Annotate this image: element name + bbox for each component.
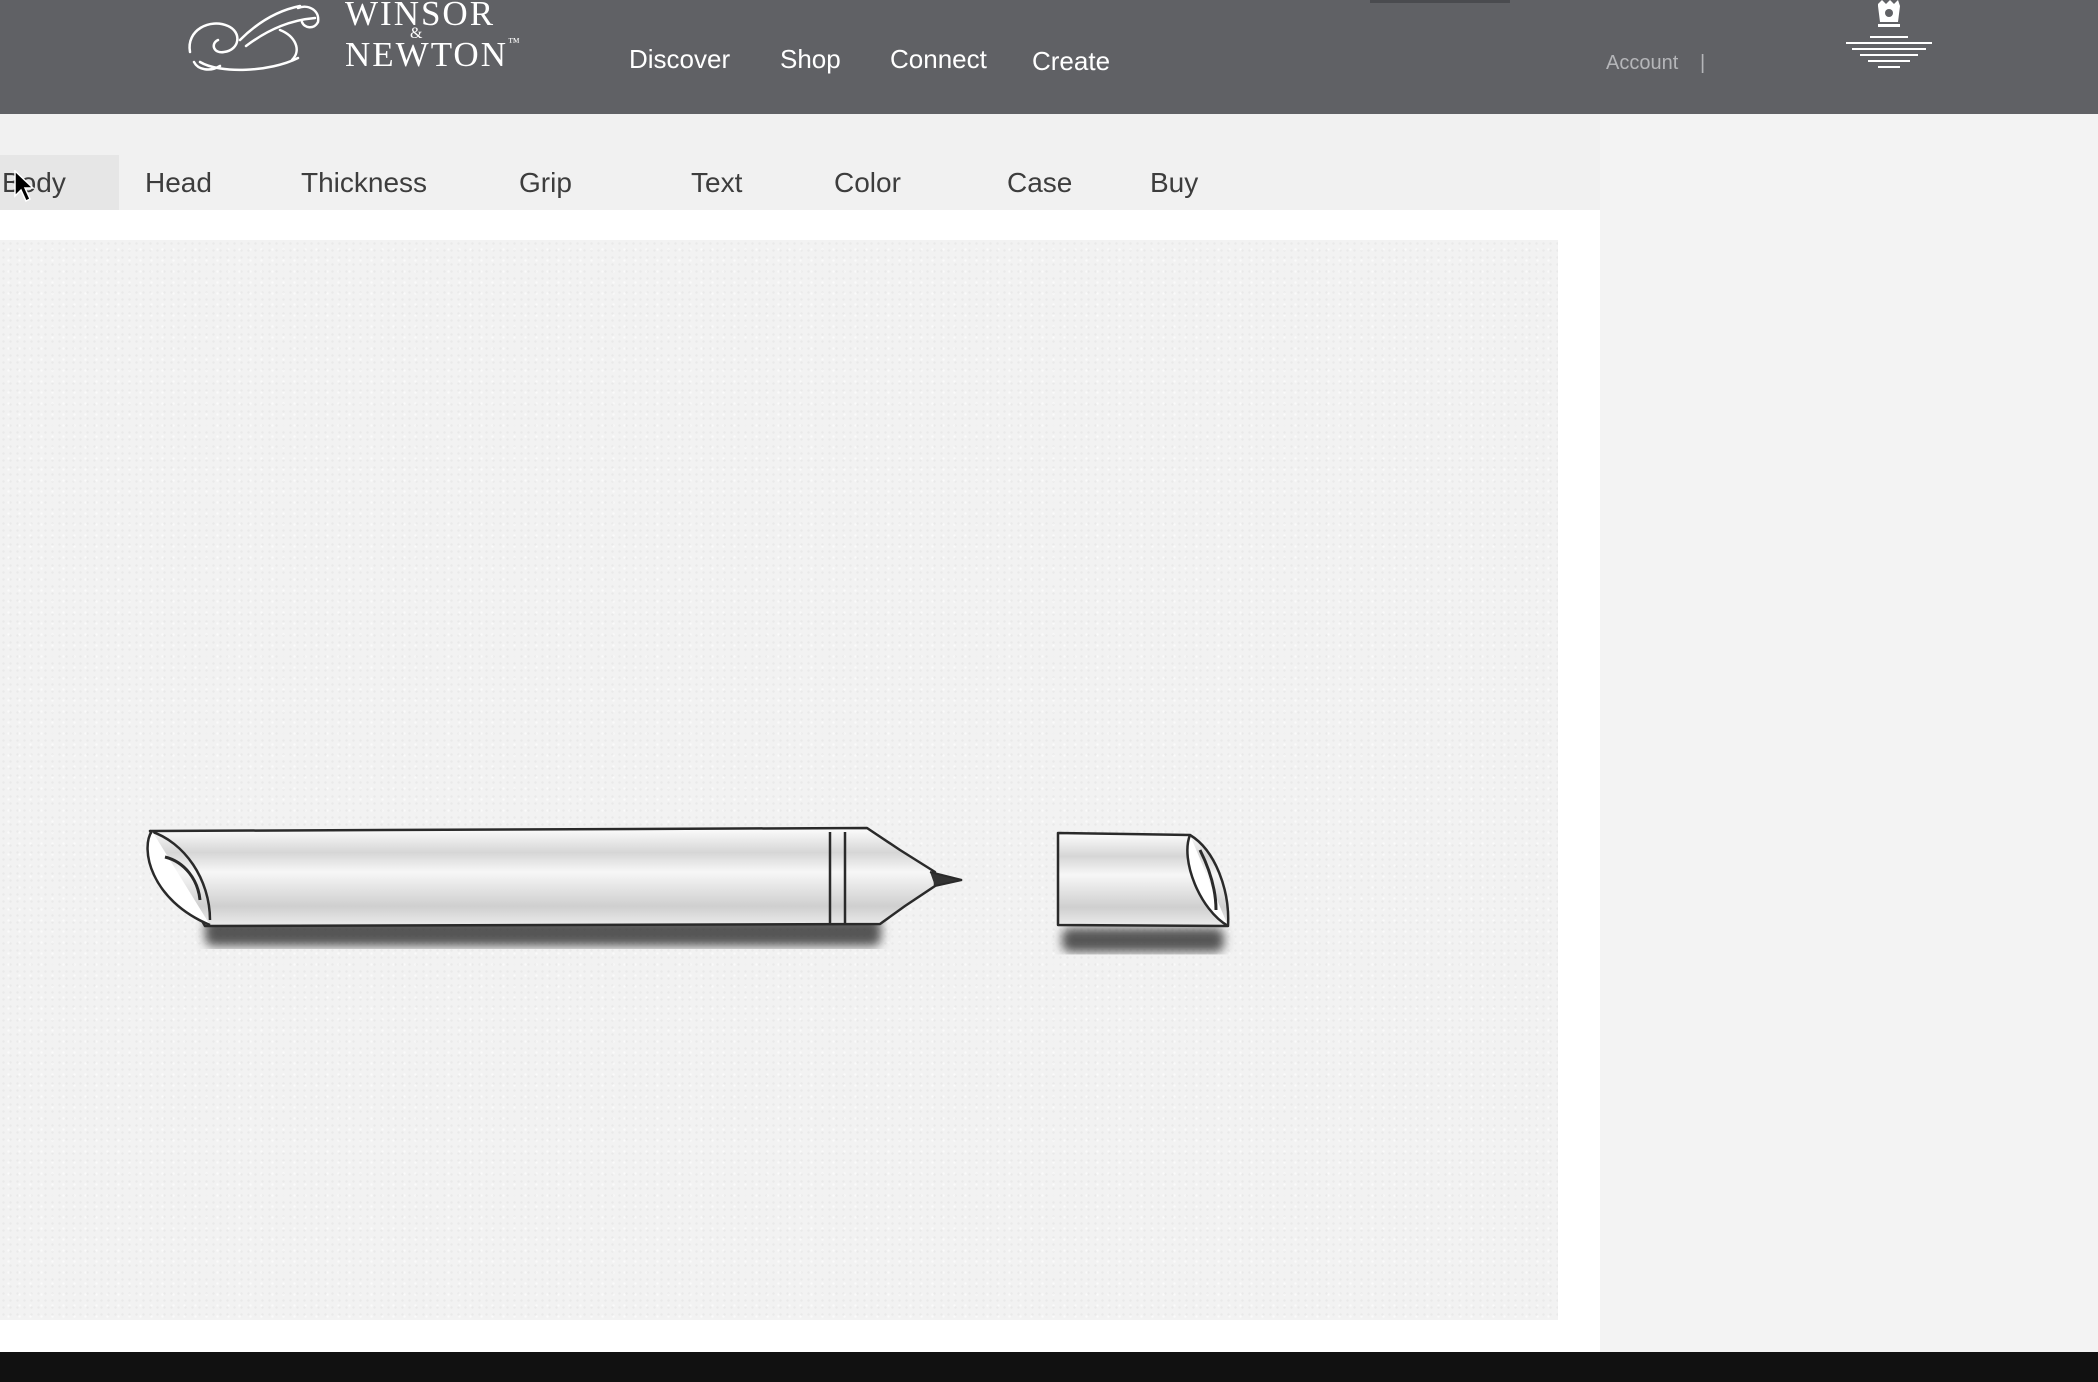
nav-discover[interactable]: Discover [629,44,730,75]
pen-nib [929,871,963,887]
brand-name-line2: NEWTON™ [345,35,520,75]
pen-cap-shadow [1062,928,1224,952]
account-separator: | [1700,52,1706,74]
tab-thickness[interactable]: Thickness [301,155,427,210]
tab-case[interactable]: Case [1007,155,1072,210]
tab-buy[interactable]: Buy [1150,155,1198,210]
account-link[interactable]: Account [1606,52,1678,75]
tab-color[interactable]: Color [834,155,901,210]
site-header: WINSOR & NEWTON™ Discover Shop Connect C… [0,0,2098,114]
header-divider [1370,0,1510,3]
nav-connect[interactable]: Connect [890,44,987,75]
customizer-tabs: Body Head Thickness Grip Text Color Case… [0,155,1300,210]
griffin-logo-icon [188,4,320,72]
nav-create[interactable]: Create [1032,46,1110,77]
pen-sketch [146,826,1230,952]
pen-body[interactable] [148,826,937,928]
brand-name-line2-text: NEWTON [345,35,508,74]
tab-head[interactable]: Head [145,155,212,210]
royal-warrant-crest-icon [1846,0,1932,68]
nav-shop[interactable]: Shop [780,44,841,75]
mouse-pointer-icon [14,170,35,203]
tab-text[interactable]: Text [691,155,742,210]
tab-grip[interactable]: Grip [519,155,572,210]
bottom-bar [0,1352,2098,1382]
paper-canvas[interactable] [0,240,1558,1320]
right-side-panel [1600,114,2098,1352]
trademark-mark: ™ [508,35,520,49]
brand-logo[interactable]: WINSOR & NEWTON™ [180,0,520,80]
